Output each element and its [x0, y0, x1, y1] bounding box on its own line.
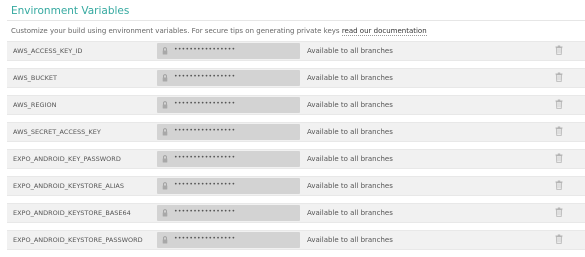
masked-value: ••••••••••••••••	[174, 154, 236, 161]
subtitle-text: Customize your build using environment v…	[11, 27, 342, 35]
trash-icon[interactable]	[555, 99, 563, 109]
trash-icon[interactable]	[555, 234, 563, 244]
variable-scope: Available to all branches	[307, 101, 393, 109]
lock-icon	[162, 101, 168, 109]
lock-icon	[162, 74, 168, 82]
env-variable-row: EXPO_ANDROID_KEYSTORE_ALIAS ••••••••••••…	[7, 176, 585, 196]
variable-key: AWS_SECRET_ACCESS_KEY	[13, 128, 101, 136]
trash-icon[interactable]	[555, 180, 563, 190]
trash-icon[interactable]	[555, 72, 563, 82]
variable-scope: Available to all branches	[307, 128, 393, 136]
variable-value-field[interactable]: ••••••••••••••••	[157, 205, 300, 221]
env-variable-row: AWS_REGION •••••••••••••••• Available to…	[7, 95, 585, 115]
variable-scope: Available to all branches	[307, 74, 393, 82]
lock-icon	[162, 182, 168, 190]
masked-value: ••••••••••••••••	[174, 235, 236, 242]
variable-key: EXPO_ANDROID_KEY_PASSWORD	[13, 155, 121, 163]
lock-icon	[162, 236, 168, 244]
variable-key: EXPO_ANDROID_KEYSTORE_ALIAS	[13, 182, 124, 190]
lock-icon	[162, 128, 168, 136]
masked-value: ••••••••••••••••	[174, 73, 236, 80]
variable-value-field[interactable]: ••••••••••••••••	[157, 124, 300, 140]
variable-value-field[interactable]: ••••••••••••••••	[157, 70, 300, 86]
variable-scope: Available to all branches	[307, 155, 393, 163]
page-subtitle: Customize your build using environment v…	[11, 27, 427, 36]
trash-icon[interactable]	[555, 153, 563, 163]
masked-value: ••••••••••••••••	[174, 181, 236, 188]
lock-icon	[162, 209, 168, 217]
variable-scope: Available to all branches	[307, 47, 393, 55]
variable-scope: Available to all branches	[307, 209, 393, 217]
env-variable-list: AWS_ACCESS_KEY_ID •••••••••••••••• Avail…	[7, 41, 585, 257]
env-variable-row: EXPO_ANDROID_KEY_PASSWORD ••••••••••••••…	[7, 149, 585, 169]
variable-key: EXPO_ANDROID_KEYSTORE_BASE64	[13, 209, 131, 217]
lock-icon	[162, 155, 168, 163]
variable-value-field[interactable]: ••••••••••••••••	[157, 151, 300, 167]
variable-scope: Available to all branches	[307, 182, 393, 190]
masked-value: ••••••••••••••••	[174, 127, 236, 134]
variable-key: AWS_BUCKET	[13, 74, 57, 82]
masked-value: ••••••••••••••••	[174, 208, 236, 215]
variable-value-field[interactable]: ••••••••••••••••	[157, 97, 300, 113]
trash-icon[interactable]	[555, 45, 563, 55]
title-divider	[7, 20, 585, 21]
documentation-link[interactable]: read our documentation	[341, 27, 427, 36]
env-variable-row: EXPO_ANDROID_KEYSTORE_BASE64 •••••••••••…	[7, 203, 585, 223]
variable-value-field[interactable]: ••••••••••••••••	[157, 178, 300, 194]
lock-icon	[162, 47, 168, 55]
env-variable-row: AWS_SECRET_ACCESS_KEY •••••••••••••••• A…	[7, 122, 585, 142]
variable-scope: Available to all branches	[307, 236, 393, 244]
page-title: Environment Variables	[11, 5, 130, 17]
variable-key: AWS_ACCESS_KEY_ID	[13, 47, 83, 55]
trash-icon[interactable]	[555, 207, 563, 217]
env-variable-row: EXPO_ANDROID_KEYSTORE_PASSWORD •••••••••…	[7, 230, 585, 250]
variable-key: EXPO_ANDROID_KEYSTORE_PASSWORD	[13, 236, 143, 244]
masked-value: ••••••••••••••••	[174, 100, 236, 107]
trash-icon[interactable]	[555, 126, 563, 136]
masked-value: ••••••••••••••••	[174, 46, 236, 53]
env-variable-row: AWS_ACCESS_KEY_ID •••••••••••••••• Avail…	[7, 41, 585, 61]
variable-key: AWS_REGION	[13, 101, 57, 109]
variable-value-field[interactable]: ••••••••••••••••	[157, 43, 300, 59]
env-variable-row: AWS_BUCKET •••••••••••••••• Available to…	[7, 68, 585, 88]
